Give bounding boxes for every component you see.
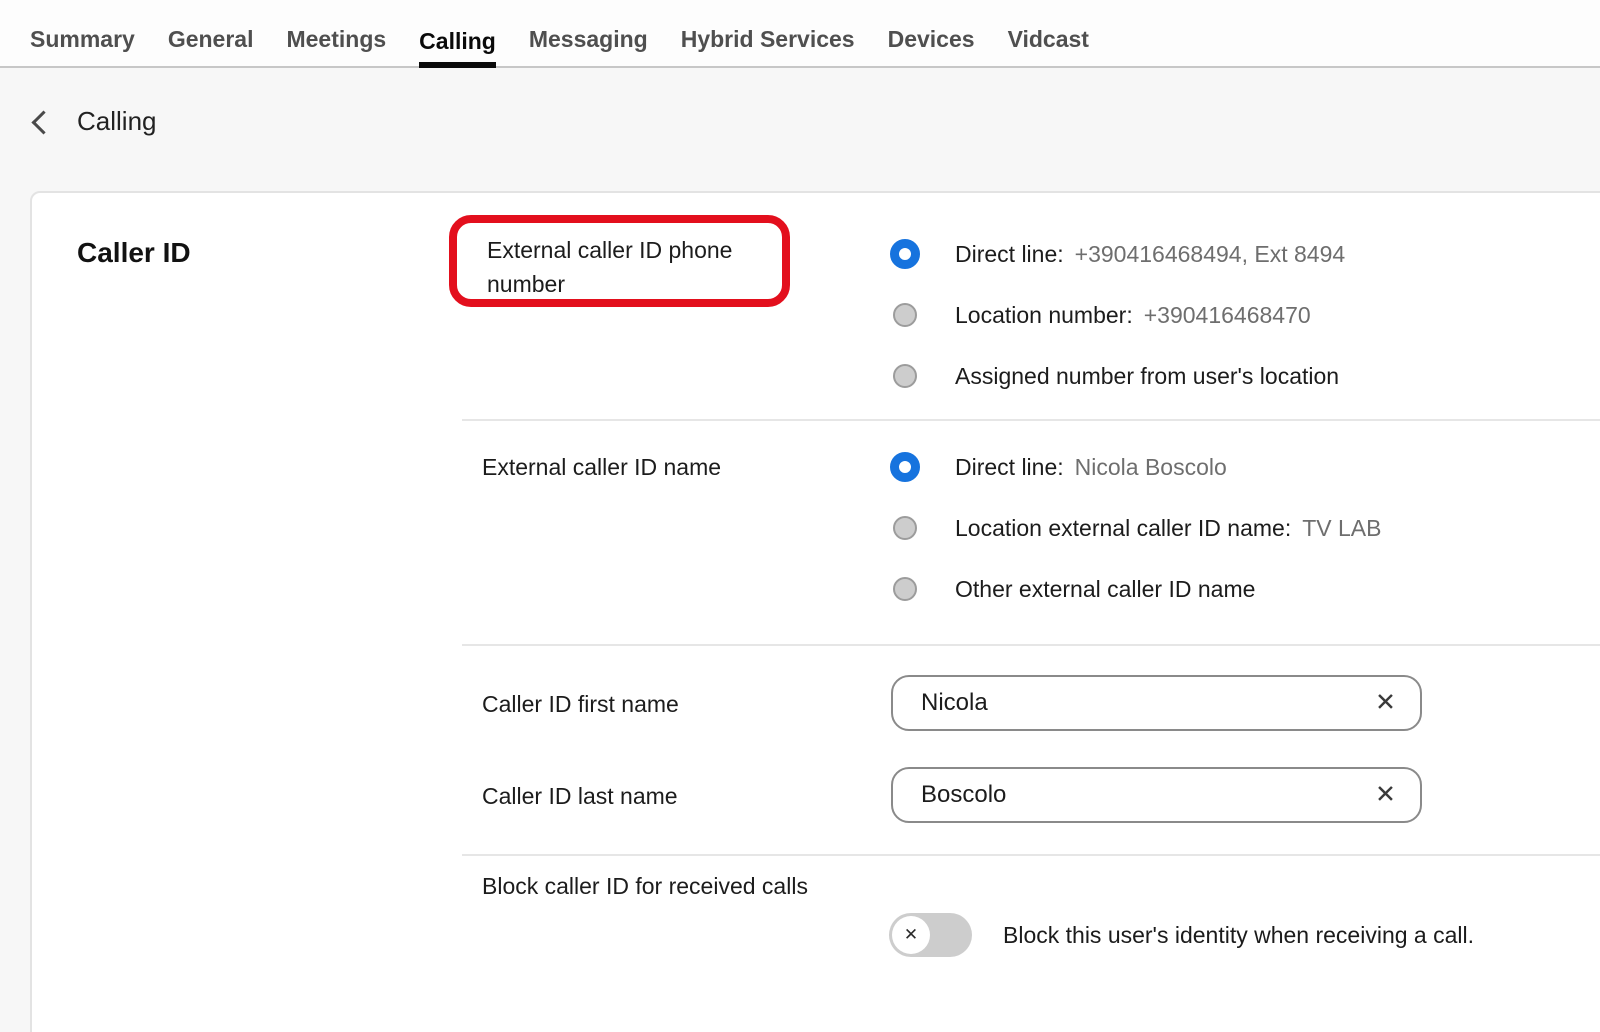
last-name-input-wrap: ✕ — [891, 767, 1422, 823]
radio-option-value: TV LAB — [1302, 515, 1381, 542]
label-block-caller-id: Block caller ID for received calls — [482, 869, 812, 903]
caller-id-settings-card: Caller ID External caller ID phone numbe… — [30, 191, 1600, 1032]
radio-option-other-external-name[interactable]: Other external caller ID name — [890, 572, 1255, 606]
radio-option-label: Other external caller ID name — [955, 576, 1255, 603]
radio-option-value: +390416468494, Ext 8494 — [1075, 241, 1346, 268]
label-caller-id-first-name: Caller ID first name — [482, 687, 679, 721]
radio-option-label: Location external caller ID name: — [955, 515, 1291, 542]
block-caller-id-toggle[interactable]: ✕ — [889, 913, 972, 957]
radio-unselected-icon — [893, 303, 917, 327]
tab-calling[interactable]: Calling — [419, 28, 496, 68]
back-link-calling[interactable]: Calling — [35, 99, 157, 143]
block-caller-id-description: Block this user's identity when receivin… — [1003, 922, 1474, 949]
radio-unselected-icon — [893, 516, 917, 540]
tab-vidcast[interactable]: Vidcast — [1008, 26, 1089, 66]
radio-option-label: Location number: — [955, 302, 1133, 329]
radio-selected-icon — [890, 239, 920, 269]
block-caller-id-toggle-row: ✕ Block this user's identity when receiv… — [889, 913, 1474, 957]
label-external-caller-id-name: External caller ID name — [482, 450, 721, 484]
radio-option-direct-line-name[interactable]: Direct line: Nicola Boscolo — [890, 450, 1227, 484]
radio-option-value: +390416468470 — [1144, 302, 1311, 329]
toggle-off-icon: ✕ — [892, 916, 930, 954]
last-name-input[interactable] — [891, 767, 1422, 823]
section-divider — [462, 419, 1600, 421]
radio-option-value: Nicola Boscolo — [1075, 454, 1227, 481]
radio-option-location-number[interactable]: Location number: +390416468470 — [890, 298, 1311, 332]
first-name-input[interactable] — [891, 675, 1422, 731]
radio-option-location-external-name[interactable]: Location external caller ID name: TV LAB — [890, 511, 1382, 545]
label-external-caller-id-phone-number: External caller ID phone number — [487, 233, 772, 301]
tab-devices[interactable]: Devices — [888, 26, 975, 66]
tab-meetings[interactable]: Meetings — [286, 26, 386, 66]
radio-option-direct-line-number[interactable]: Direct line: +390416468494, Ext 8494 — [890, 237, 1345, 271]
clear-first-name-icon[interactable]: ✕ — [1375, 691, 1396, 716]
tab-hybrid-services[interactable]: Hybrid Services — [681, 26, 855, 66]
section-divider — [462, 854, 1600, 856]
first-name-input-wrap: ✕ — [891, 675, 1422, 731]
chevron-left-icon — [31, 110, 55, 134]
radio-unselected-icon — [893, 364, 917, 388]
back-link-label: Calling — [77, 106, 157, 137]
tab-general[interactable]: General — [168, 26, 254, 66]
radio-selected-icon — [890, 452, 920, 482]
tab-summary[interactable]: Summary — [30, 26, 135, 66]
clear-last-name-icon[interactable]: ✕ — [1375, 783, 1396, 808]
radio-unselected-icon — [893, 577, 917, 601]
radio-option-label: Direct line: — [955, 241, 1064, 268]
section-divider — [462, 644, 1600, 646]
section-title-caller-id: Caller ID — [77, 237, 191, 269]
settings-tab-bar: Summary General Meetings Calling Messagi… — [0, 0, 1600, 68]
label-caller-id-last-name: Caller ID last name — [482, 779, 678, 813]
tab-messaging[interactable]: Messaging — [529, 26, 648, 66]
radio-option-assigned-number[interactable]: Assigned number from user's location — [890, 359, 1339, 393]
radio-option-label: Assigned number from user's location — [955, 363, 1339, 390]
radio-option-label: Direct line: — [955, 454, 1064, 481]
